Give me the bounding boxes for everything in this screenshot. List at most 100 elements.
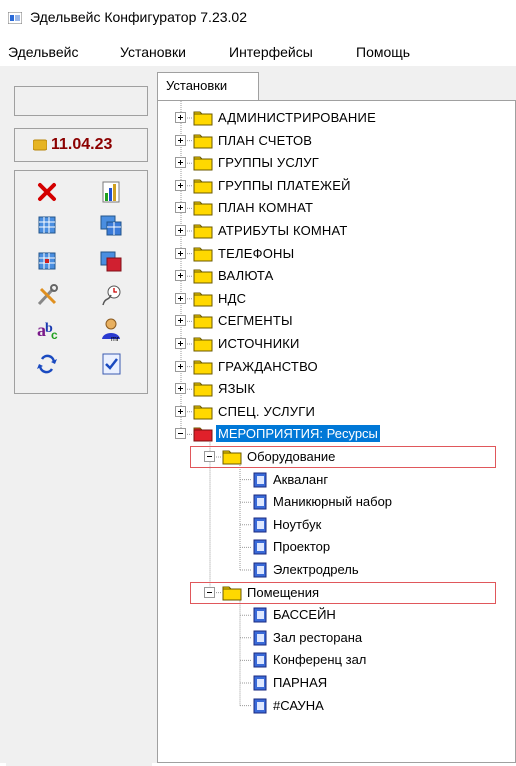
highlight-box bbox=[190, 446, 496, 468]
tree-item[interactable]: ИСТОЧНИКИ bbox=[216, 335, 302, 352]
document-icon bbox=[252, 539, 268, 555]
document-icon bbox=[252, 698, 268, 714]
tree-item[interactable]: ГРУППЫ ПЛАТЕЖЕЙ bbox=[216, 177, 353, 194]
folder-icon bbox=[193, 382, 213, 397]
expand-icon[interactable] bbox=[175, 360, 186, 372]
app-icon bbox=[8, 12, 22, 24]
tree-leaf[interactable]: Акваланг bbox=[271, 471, 330, 488]
tree-item[interactable]: ГРАЖДАНСТВО bbox=[216, 358, 320, 375]
svg-text:c: c bbox=[51, 328, 58, 342]
grid-red-button[interactable] bbox=[33, 249, 61, 275]
blank-panel bbox=[14, 86, 148, 116]
abc-button[interactable]: a b c bbox=[33, 317, 61, 343]
tools-icon bbox=[37, 284, 58, 306]
expand-icon[interactable] bbox=[175, 270, 186, 282]
document-icon bbox=[252, 630, 268, 646]
tree-leaf[interactable]: БАССЕЙН bbox=[271, 606, 338, 623]
clock-icon bbox=[102, 285, 121, 306]
expand-icon[interactable] bbox=[175, 383, 186, 395]
menu-help[interactable]: Помощь bbox=[356, 44, 410, 60]
folder-icon bbox=[193, 269, 213, 284]
tab-settings[interactable]: Установки bbox=[157, 72, 259, 100]
tree-leaf[interactable]: Зал ресторана bbox=[271, 629, 364, 646]
folder-icon bbox=[193, 156, 213, 171]
tree-item[interactable]: ПЛАН КОМНАТ bbox=[216, 199, 315, 216]
menu-settings[interactable]: Установки bbox=[120, 44, 186, 60]
tree-leaf[interactable]: ПАРНАЯ bbox=[271, 674, 329, 691]
menu-edelweiss[interactable]: Эдельвейс bbox=[8, 44, 78, 60]
tree-item[interactable]: СЕГМЕНТЫ bbox=[216, 312, 295, 329]
expand-icon[interactable] bbox=[175, 112, 186, 123]
expand-icon[interactable] bbox=[175, 202, 186, 214]
chart-icon bbox=[102, 181, 120, 203]
tree-item-selected[interactable]: МЕРОПРИЯТИЯ: Ресурсы bbox=[216, 425, 380, 443]
folder-icon bbox=[193, 134, 213, 149]
document-icon bbox=[252, 472, 268, 488]
grid-stack-icon bbox=[100, 215, 122, 236]
delete-button[interactable] bbox=[33, 179, 61, 205]
expand-icon[interactable] bbox=[175, 247, 186, 259]
expand-icon[interactable] bbox=[175, 405, 186, 417]
grid-button[interactable] bbox=[33, 213, 61, 239]
tree-item[interactable]: АТРИБУТЫ КОМНАТ bbox=[216, 222, 350, 239]
grid-icon bbox=[38, 216, 56, 234]
tree-leaf[interactable]: Проектор bbox=[271, 538, 332, 555]
folder-icon bbox=[193, 292, 213, 307]
highlight-box bbox=[190, 581, 496, 604]
folder-icon bbox=[193, 247, 213, 262]
refresh-button[interactable] bbox=[33, 351, 61, 377]
folder-icon bbox=[193, 179, 213, 194]
menu-interfaces[interactable]: Интерфейсы bbox=[229, 44, 313, 60]
grid-stack-button[interactable] bbox=[97, 213, 125, 239]
expand-icon[interactable] bbox=[175, 338, 186, 349]
grid-red-icon bbox=[38, 252, 56, 270]
clock-button[interactable] bbox=[97, 283, 125, 309]
tree-item[interactable]: ЯЗЫК bbox=[216, 380, 257, 397]
folder-icon bbox=[193, 201, 213, 216]
folder-icon bbox=[193, 224, 213, 239]
tree-item[interactable]: АДМИНИСТРИРОВАНИЕ bbox=[216, 109, 378, 126]
tree-leaf[interactable]: Электродрель bbox=[271, 561, 361, 578]
document-icon bbox=[252, 607, 268, 623]
abc-icon: a b c bbox=[37, 320, 58, 342]
menu-bar: Эдельвейс Установки Интерфейсы Помощь bbox=[0, 36, 516, 66]
grid-stack-red-button[interactable] bbox=[97, 249, 125, 275]
left-toolbar: 11.04.23 a b c mr bbox=[6, 76, 152, 766]
tools-button[interactable] bbox=[33, 283, 61, 309]
tool-grid: a b c mr bbox=[14, 170, 148, 394]
expand-icon[interactable] bbox=[175, 315, 186, 327]
tree-item[interactable]: НДС bbox=[216, 290, 248, 307]
title-bar: Эдельвейс Конфигуратор 7.23.02 bbox=[0, 0, 516, 36]
expand-icon[interactable] bbox=[175, 134, 186, 146]
tree-item[interactable]: СПЕЦ. УСЛУГИ bbox=[216, 403, 317, 420]
calendar-icon bbox=[33, 139, 47, 151]
document-icon bbox=[252, 517, 268, 533]
collapse-icon[interactable] bbox=[175, 428, 186, 440]
folder-icon bbox=[193, 405, 213, 420]
chart-button[interactable] bbox=[97, 179, 125, 205]
tree-item[interactable]: ПЛАН СЧЕТОВ bbox=[216, 132, 314, 149]
user-button[interactable]: mr bbox=[97, 317, 125, 343]
tree-item[interactable]: ВАЛЮТА bbox=[216, 267, 276, 284]
tree-item[interactable]: ГРУППЫ УСЛУГ bbox=[216, 154, 321, 171]
user-icon: mr bbox=[102, 318, 120, 343]
tree-leaf[interactable]: Маникюрный набор bbox=[271, 493, 394, 510]
expand-icon[interactable] bbox=[175, 225, 186, 236]
folder-icon bbox=[193, 314, 213, 329]
date-panel[interactable]: 11.04.23 bbox=[14, 128, 148, 162]
tree-leaf[interactable]: Конференц зал bbox=[271, 651, 368, 668]
document-icon bbox=[252, 562, 268, 578]
checklist-icon bbox=[102, 353, 121, 375]
folder-icon bbox=[193, 337, 213, 352]
refresh-icon bbox=[37, 354, 57, 374]
tree-item[interactable]: ТЕЛЕФОНЫ bbox=[216, 245, 296, 262]
expand-icon[interactable] bbox=[175, 179, 186, 191]
settings-tree: АДМИНИСТРИРОВАНИЕ ПЛАН СЧЕТОВ ГРУППЫ УСЛУГ… bbox=[157, 100, 516, 763]
expand-icon[interactable] bbox=[175, 292, 186, 304]
expand-icon[interactable] bbox=[175, 157, 186, 169]
client-area: 11.04.23 a b c mr Установки АДМИНИСТРИРО… bbox=[0, 66, 516, 766]
tree-leaf[interactable]: Ноутбук bbox=[271, 516, 323, 533]
tree-leaf[interactable]: #САУНА bbox=[271, 697, 326, 714]
checklist-button[interactable] bbox=[97, 351, 125, 377]
window-title: Эдельвейс Конфигуратор 7.23.02 bbox=[30, 9, 247, 25]
